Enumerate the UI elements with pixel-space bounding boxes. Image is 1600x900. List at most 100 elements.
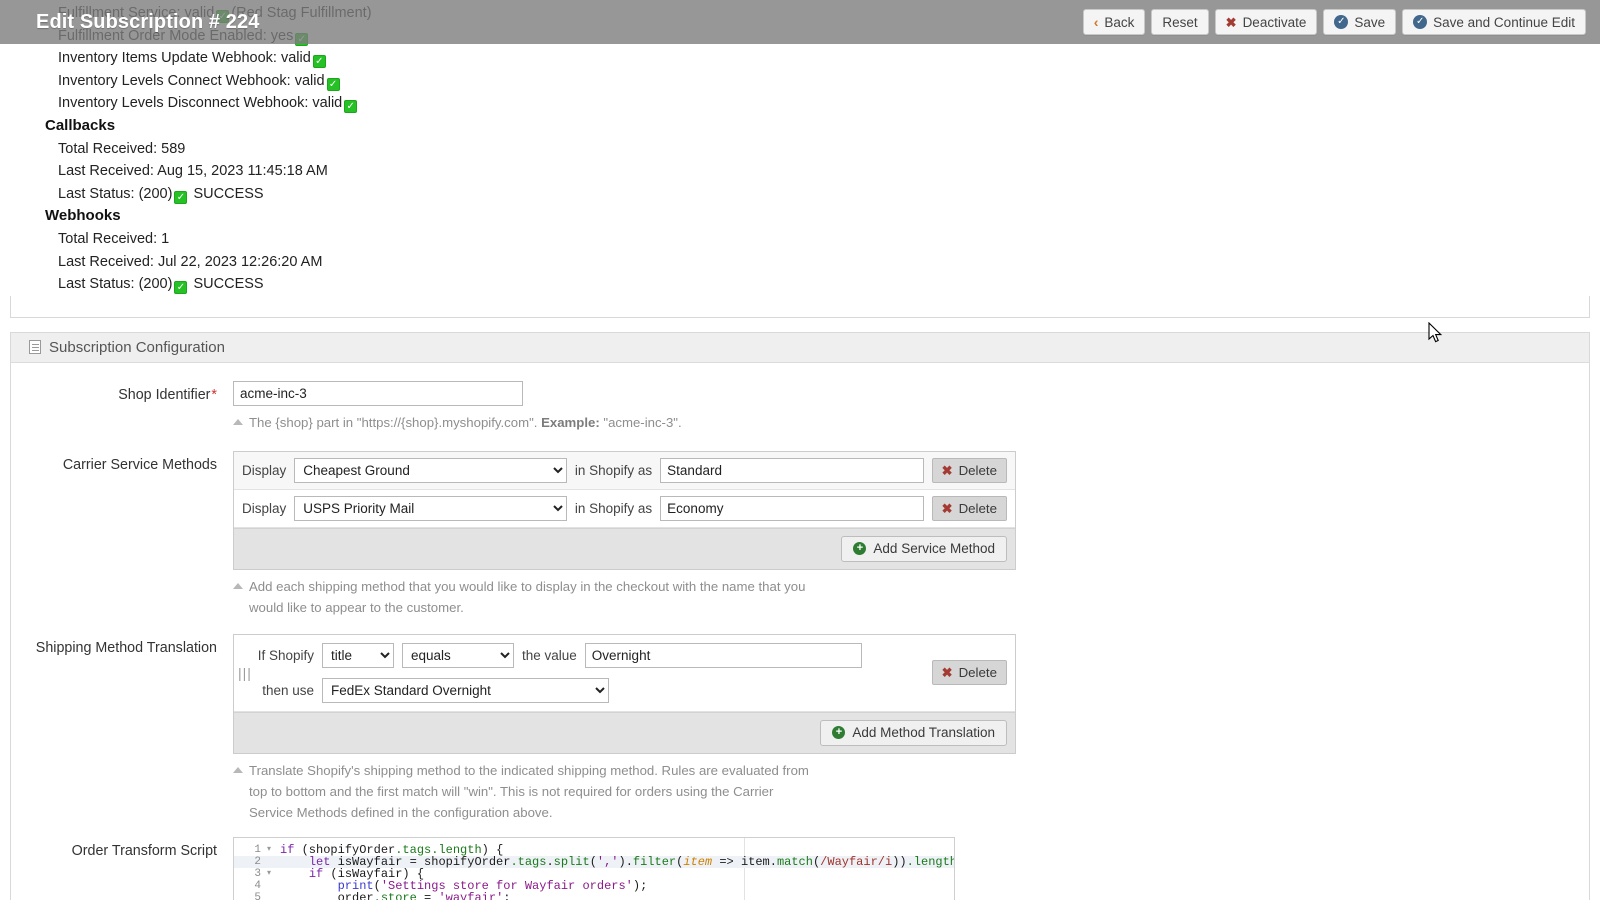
page-header: Edit Subscription # 224 ‹ Back Reset ✖ D… bbox=[0, 0, 1600, 44]
plus-icon: + bbox=[832, 726, 846, 740]
order-transform-script-editor[interactable]: 1 ▾ if (shopifyOrder.tags.length) { 2 le… bbox=[233, 836, 955, 900]
line-number: 3 bbox=[254, 867, 261, 880]
reset-label: Reset bbox=[1162, 14, 1198, 30]
hint-line-3: Service Methods defined in the configura… bbox=[249, 804, 553, 820]
field-row-carrier-service-methods: Carrier Service Methods Display Cheapest… bbox=[11, 450, 1589, 618]
valid-check-icon: ✓ bbox=[326, 77, 340, 91]
subscription-configuration-fieldset: Subscription Configuration Shop Identifi… bbox=[10, 331, 1590, 900]
editor-lines: 1 ▾ if (shopifyOrder.tags.length) { 2 le… bbox=[234, 837, 954, 900]
webhooks-last-status-code: Last Status: (200) bbox=[58, 276, 173, 293]
carrier-display-select-1[interactable]: USPS Priority Mail bbox=[294, 495, 567, 521]
carrier-shopify-name-input-1[interactable] bbox=[660, 495, 924, 521]
table-row: Display USPS Priority Mail in Shopify as… bbox=[234, 490, 1015, 528]
check-circle-icon: ✓ bbox=[1334, 15, 1349, 29]
webhooks-last-received: Last Received: Jul 22, 2023 12:26:20 AM bbox=[58, 253, 323, 270]
delete-carrier-method-button-0[interactable]: ✖ Delete bbox=[931, 457, 1007, 483]
callbacks-last-status-code: Last Status: (200) bbox=[58, 185, 173, 202]
back-button[interactable]: ‹ Back bbox=[1082, 9, 1146, 35]
rule-then-line: then use FedEx Standard Overnight bbox=[252, 677, 932, 703]
callbacks-last-status: Last Status: (200) ✓ SUCCESS bbox=[0, 183, 1600, 206]
in-shopify-as-label: in Shopify as bbox=[574, 500, 653, 516]
delete-method-translation-button-0[interactable]: ✖ Delete bbox=[931, 660, 1007, 686]
callbacks-total-received: Total Received: 589 bbox=[58, 140, 186, 157]
add-method-translation-label: Add Method Translation bbox=[852, 725, 995, 741]
hint-text: Add each shipping method that you would … bbox=[249, 576, 993, 618]
delete-carrier-method-button-1[interactable]: ✖ Delete bbox=[931, 495, 1007, 521]
rule-field-select-0[interactable]: title bbox=[322, 642, 394, 668]
carrier-service-methods-table: Display Cheapest Ground in Shopify as ✖ … bbox=[233, 450, 1016, 570]
delete-label: Delete bbox=[958, 665, 997, 681]
valid-check-icon: ✓ bbox=[312, 55, 326, 69]
plus-icon: + bbox=[853, 542, 867, 556]
fold-arrow-icon[interactable]: ▾ bbox=[264, 844, 274, 856]
fold-arrow-icon bbox=[264, 856, 274, 868]
shop-identifier-input[interactable] bbox=[233, 380, 523, 406]
x-icon: ✖ bbox=[1225, 14, 1237, 30]
success-check-icon: ✓ bbox=[174, 190, 188, 204]
hint-triangle-icon bbox=[233, 582, 243, 589]
rule-operator-select-0[interactable]: equals bbox=[402, 642, 514, 668]
document-icon bbox=[29, 340, 41, 355]
chevron-left-icon: ‹ bbox=[1093, 14, 1099, 30]
then-use-label: then use bbox=[262, 682, 314, 698]
page-title: Edit Subscription # 224 bbox=[36, 10, 260, 33]
carrier-display-select-0[interactable]: Cheapest Ground bbox=[294, 457, 567, 483]
delete-label: Delete bbox=[958, 500, 997, 516]
reset-button[interactable]: Reset bbox=[1151, 9, 1209, 35]
x-icon: ✖ bbox=[941, 500, 953, 516]
deactivate-button[interactable]: ✖ Deactivate bbox=[1214, 9, 1318, 35]
add-method-translation-button[interactable]: + Add Method Translation bbox=[820, 719, 1007, 746]
status-panel-bottom bbox=[10, 295, 1590, 318]
carrier-service-methods-footer: + Add Service Method bbox=[234, 527, 1015, 569]
required-marker: * bbox=[211, 386, 217, 403]
display-label: Display bbox=[242, 500, 287, 516]
editor-line: 5 order.store = 'wayfair'; bbox=[234, 892, 954, 900]
hint-triangle-icon bbox=[233, 766, 243, 773]
x-icon: ✖ bbox=[941, 462, 953, 478]
display-label: Display bbox=[242, 462, 287, 478]
hint-text: The {shop} part in "https://{shop}.mysho… bbox=[249, 412, 993, 433]
line-number: 4 bbox=[254, 879, 261, 892]
legend-label: Subscription Configuration bbox=[49, 338, 225, 356]
hint-bold: Example: bbox=[541, 414, 600, 430]
line-code: order.store = 'wayfair'; bbox=[280, 890, 511, 900]
hint-post: "acme-inc-3". bbox=[599, 414, 682, 430]
webhooks-heading: Webhooks bbox=[45, 207, 121, 225]
save-and-continue-label: Save and Continue Edit bbox=[1433, 14, 1575, 30]
hint-line-1: Add each shipping method that you would … bbox=[249, 578, 806, 594]
if-shopify-label: If Shopify bbox=[257, 647, 314, 663]
integration-status-block: Fulfillment Service: valid✓(Red Stag Ful… bbox=[0, 0, 1600, 296]
callbacks-heading: Callbacks bbox=[45, 116, 116, 134]
status-text: Inventory Levels Disconnect Webhook: val… bbox=[58, 95, 343, 112]
editor-line: 4 print('Settings store for Wayfair orde… bbox=[234, 880, 954, 892]
hint-line-2: would like to appear to the customer. bbox=[249, 599, 464, 615]
fold-arrow-icon[interactable]: ▾ bbox=[264, 868, 274, 880]
valid-check-icon: ✓ bbox=[344, 100, 358, 114]
status-text: Inventory Items Update Webhook: valid bbox=[58, 50, 311, 67]
shop-identifier-label: Shop Identifier* bbox=[11, 381, 233, 403]
rule-value-input-0[interactable] bbox=[584, 642, 862, 668]
drag-handle-icon[interactable]: ||| bbox=[238, 665, 252, 681]
header-actions: ‹ Back Reset ✖ Deactivate ✓ Save ✓ Save … bbox=[1082, 9, 1586, 35]
line-code: let isWayfair = shopifyOrder.tags.split(… bbox=[274, 856, 954, 868]
back-label: Back bbox=[1104, 14, 1135, 30]
shipping-method-translation-table: ||| If Shopify title equals the value Ov… bbox=[233, 633, 1016, 754]
success-check-icon: ✓ bbox=[174, 281, 188, 295]
hint-line-2: top to bottom and the first match will "… bbox=[249, 783, 774, 799]
line-number: 1 bbox=[254, 843, 261, 856]
subscription-configuration-legend: Subscription Configuration bbox=[11, 332, 1589, 363]
save-and-continue-edit-button[interactable]: ✓ Save and Continue Edit bbox=[1402, 9, 1586, 35]
rule-then-use-select-0[interactable]: FedEx Standard Overnight bbox=[322, 677, 609, 703]
save-button[interactable]: ✓ Save bbox=[1323, 9, 1397, 35]
add-service-method-button[interactable]: + Add Service Method bbox=[841, 535, 1007, 562]
status-line-inventory-levels-connect-webhook: Inventory Levels Connect Webhook: valid ✓ bbox=[0, 70, 1600, 93]
shipping-method-translation-hint: Translate Shopify's shipping method to t… bbox=[233, 760, 993, 823]
table-row: ||| If Shopify title equals the value Ov… bbox=[234, 635, 1015, 712]
check-circle-icon: ✓ bbox=[1413, 15, 1428, 29]
status-text: Inventory Levels Connect Webhook: valid bbox=[58, 72, 325, 89]
carrier-service-methods-label: Carrier Service Methods bbox=[62, 456, 217, 473]
the-value-label: the value bbox=[522, 647, 577, 663]
carrier-shopify-name-input-0[interactable] bbox=[660, 457, 924, 483]
save-label: Save bbox=[1354, 14, 1386, 30]
mouse-cursor bbox=[1428, 322, 1443, 343]
